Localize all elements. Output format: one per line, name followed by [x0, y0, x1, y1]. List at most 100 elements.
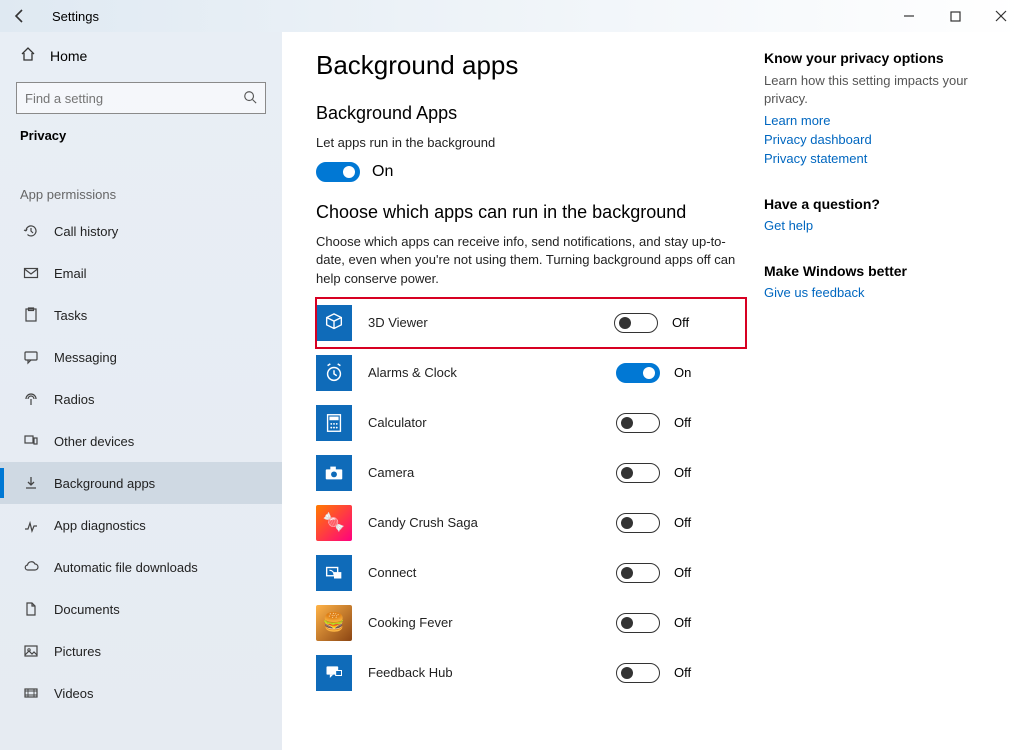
cloud-icon	[20, 559, 42, 575]
nav-pictures[interactable]: Pictures	[0, 630, 282, 672]
search-box[interactable]	[16, 82, 266, 114]
nav-label: Radios	[54, 392, 94, 407]
app-toggle-cooking-fever[interactable]	[616, 613, 660, 633]
app-row-cooking-fever: 🍔 Cooking Fever Off	[316, 598, 746, 648]
messaging-icon	[20, 349, 42, 365]
app-toggle-feedback-hub[interactable]	[616, 663, 660, 683]
app-name: Connect	[368, 565, 616, 580]
search-icon	[243, 90, 257, 107]
link-privacy-dashboard[interactable]: Privacy dashboard	[764, 132, 994, 147]
history-icon	[20, 223, 42, 239]
app-state: Off	[674, 665, 691, 680]
master-toggle[interactable]	[316, 162, 360, 182]
app-state: Off	[674, 465, 691, 480]
nav-messaging[interactable]: Messaging	[0, 336, 282, 378]
devices-icon	[20, 433, 42, 449]
nav-other-devices[interactable]: Other devices	[0, 420, 282, 462]
nav-radios[interactable]: Radios	[0, 378, 282, 420]
nav-label: App diagnostics	[54, 518, 146, 533]
nav-documents[interactable]: Documents	[0, 588, 282, 630]
app-row-candy-crush: 🍬 Candy Crush Saga Off	[316, 498, 746, 548]
app-row-alarms: Alarms & Clock On	[316, 348, 746, 398]
close-button[interactable]	[978, 0, 1024, 32]
sidebar: Home Privacy App permissions Call histor…	[0, 32, 282, 750]
app-row-3d-viewer: 3D Viewer Off	[316, 298, 746, 348]
app-icon-3d-viewer	[316, 305, 352, 341]
app-state: Off	[672, 315, 689, 330]
app-icon-camera	[316, 455, 352, 491]
diagnostics-icon	[20, 517, 42, 533]
question-title: Have a question?	[764, 196, 994, 212]
home-nav[interactable]: Home	[0, 36, 282, 76]
back-button[interactable]	[0, 0, 40, 32]
choose-apps-desc: Choose which apps can receive info, send…	[316, 233, 746, 288]
nav-label: Background apps	[54, 476, 155, 491]
main-panel: Background apps Background Apps Let apps…	[282, 32, 1024, 750]
app-toggle-candy-crush[interactable]	[616, 513, 660, 533]
app-icon-feedback-hub	[316, 655, 352, 691]
minimize-button[interactable]	[886, 0, 932, 32]
nav-background-apps[interactable]: Background apps	[0, 462, 282, 504]
home-label: Home	[50, 48, 87, 64]
nav-app-diagnostics[interactable]: App diagnostics	[0, 504, 282, 546]
link-learn-more[interactable]: Learn more	[764, 113, 994, 128]
app-name: Candy Crush Saga	[368, 515, 616, 530]
nav-label: Videos	[54, 686, 94, 701]
maximize-button[interactable]	[932, 0, 978, 32]
category-label: Privacy	[0, 122, 282, 153]
app-name: Cooking Fever	[368, 615, 616, 630]
app-icon-calculator	[316, 405, 352, 441]
nav-label: Automatic file downloads	[54, 560, 198, 575]
nav-videos[interactable]: Videos	[0, 672, 282, 714]
app-icon-cooking-fever: 🍔	[316, 605, 352, 641]
app-icon-candy-crush: 🍬	[316, 505, 352, 541]
app-name: 3D Viewer	[368, 315, 614, 330]
link-privacy-statement[interactable]: Privacy statement	[764, 151, 994, 166]
app-row-feedback-hub: Feedback Hub Off	[316, 648, 746, 698]
pictures-icon	[20, 643, 42, 659]
app-state: On	[674, 365, 691, 380]
nav-label: Pictures	[54, 644, 101, 659]
nav-tasks[interactable]: Tasks	[0, 294, 282, 336]
link-get-help[interactable]: Get help	[764, 218, 994, 233]
nav-auto-downloads[interactable]: Automatic file downloads	[0, 546, 282, 588]
app-name: Feedback Hub	[368, 665, 616, 680]
app-toggle-calculator[interactable]	[616, 413, 660, 433]
home-icon	[20, 46, 36, 67]
aside-panel: Know your privacy options Learn how this…	[764, 50, 994, 750]
app-toggle-3d-viewer[interactable]	[614, 313, 658, 333]
nav-label: Email	[54, 266, 87, 281]
group-label: App permissions	[0, 177, 282, 210]
app-row-camera: Camera Off	[316, 448, 746, 498]
page-heading: Background apps	[316, 50, 746, 81]
document-icon	[20, 601, 42, 617]
nav-list: Call history Email Tasks Messaging Radio…	[0, 210, 282, 714]
master-toggle-state: On	[372, 163, 393, 181]
app-name: Alarms & Clock	[368, 365, 616, 380]
nav-email[interactable]: Email	[0, 252, 282, 294]
section-bg-apps: Background Apps	[316, 103, 746, 124]
search-input[interactable]	[25, 91, 243, 106]
app-row-connect: Connect Off	[316, 548, 746, 598]
nav-call-history[interactable]: Call history	[0, 210, 282, 252]
app-name: Calculator	[368, 415, 616, 430]
app-list: 3D Viewer Off Alarms & Clock On Calculat…	[316, 298, 746, 698]
app-toggle-connect[interactable]	[616, 563, 660, 583]
radios-icon	[20, 391, 42, 407]
app-state: Off	[674, 565, 691, 580]
app-icon-alarms	[316, 355, 352, 391]
app-row-calculator: Calculator Off	[316, 398, 746, 448]
settings-window: Settings Home Privacy	[0, 0, 1024, 750]
section-choose-apps: Choose which apps can run in the backgro…	[316, 202, 746, 223]
nav-label: Call history	[54, 224, 118, 239]
nav-label: Other devices	[54, 434, 134, 449]
email-icon	[20, 265, 42, 281]
kyp-title: Know your privacy options	[764, 50, 994, 66]
link-feedback[interactable]: Give us feedback	[764, 285, 994, 300]
app-state: Off	[674, 515, 691, 530]
tasks-icon	[20, 307, 42, 323]
app-toggle-alarms[interactable]	[616, 363, 660, 383]
window-title: Settings	[52, 9, 99, 24]
app-toggle-camera[interactable]	[616, 463, 660, 483]
app-state: Off	[674, 615, 691, 630]
